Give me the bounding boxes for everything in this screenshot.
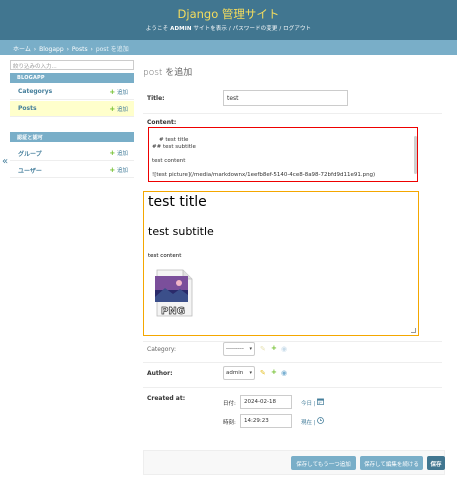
eye-icon[interactable]: ◉ <box>281 370 287 377</box>
add-link[interactable]: + 追加 <box>109 149 128 157</box>
plus-icon: + <box>109 166 116 174</box>
author-select[interactable]: admin ▾ <box>223 366 255 380</box>
breadcrumb-separator: › <box>66 46 69 53</box>
logout-link[interactable]: ログアウト <box>283 26 311 32</box>
add-link[interactable]: + 追加 <box>109 166 128 174</box>
double-chevron-left-icon[interactable]: « <box>2 156 8 167</box>
resize-handle[interactable] <box>411 328 416 333</box>
breadcrumb-current: post を追加 <box>95 46 129 53</box>
add-label: 追加 <box>116 168 128 174</box>
add-link[interactable]: + 追加 <box>109 105 128 113</box>
user-tools: ようこそ ADMIN サイトを表示 / パスワードの変更 / ログアウト <box>0 24 457 32</box>
category-label: Category: <box>147 346 176 353</box>
textarea-scrollbar[interactable] <box>414 136 417 174</box>
main-content: post を追加 Title: test Content: # test tit… <box>143 55 457 500</box>
pencil-icon[interactable]: ✎ <box>260 370 266 377</box>
clock-icon[interactable] <box>317 417 324 424</box>
divider <box>143 387 442 388</box>
nav-sidebar: 絞り込みの入力... BLOGAPP Categorys + 追加 Posts … <box>0 55 134 500</box>
sidebar-item-groups[interactable]: グループ + 追加 <box>10 145 134 161</box>
time-input[interactable]: 14:29:23 <box>240 414 292 428</box>
plus-icon: + <box>109 149 116 157</box>
sidebar-item-label[interactable]: Posts <box>18 105 37 112</box>
sidebar-item-categorys[interactable]: Categorys + 追加 <box>10 84 134 100</box>
save-add-another-button[interactable]: 保存してもう一つ追加 <box>291 456 356 470</box>
preview-paragraph: test content <box>148 253 182 259</box>
now-link[interactable]: 現在 | <box>301 418 316 426</box>
site-name[interactable]: Django 管理サイト <box>0 6 457 22</box>
add-label: 追加 <box>116 90 128 96</box>
author-label: Author: <box>147 370 173 377</box>
sidebar-item-users[interactable]: ユーザー + 追加 <box>10 162 134 178</box>
site-header: Django 管理サイト ようこそ ADMIN サイトを表示 / パスワードの変… <box>0 0 457 40</box>
plus-icon[interactable]: + <box>271 369 277 376</box>
change-password-link[interactable]: パスワードの変更 <box>233 26 278 32</box>
plus-icon[interactable]: + <box>271 345 277 352</box>
page-title: post を追加 <box>143 68 193 78</box>
add-link[interactable]: + 追加 <box>109 88 128 96</box>
welcome-text: ようこそ <box>145 26 169 32</box>
content-textarea[interactable]: # test title ## test subtitle test conte… <box>148 127 418 182</box>
time-label: 時刻: <box>223 420 236 426</box>
divider <box>143 341 442 342</box>
content-text[interactable]: # test title ## test subtitle test conte… <box>152 137 375 178</box>
username: ADMIN <box>170 26 192 32</box>
module-caption-blogapp[interactable]: BLOGAPP <box>10 73 134 83</box>
pencil-icon: ✎ <box>260 345 266 353</box>
title-input[interactable]: test <box>223 90 348 106</box>
today-link[interactable]: 今日 | <box>301 399 316 407</box>
calendar-icon[interactable] <box>317 398 324 405</box>
category-selected-value: --------- <box>226 346 244 352</box>
sidebar-item-label[interactable]: Categorys <box>18 88 52 95</box>
sidebar-item-posts[interactable]: Posts + 追加 <box>10 101 134 117</box>
breadcrumb: ホーム › Blogapp › Posts › post を追加 <box>0 40 457 55</box>
png-file-icon: PNG <box>155 269 193 317</box>
breadcrumb-home[interactable]: ホーム <box>13 46 31 53</box>
category-select[interactable]: --------- ▾ <box>223 342 255 356</box>
author-selected-value: admin <box>226 370 244 376</box>
divider <box>143 113 442 114</box>
breadcrumb-model[interactable]: Posts <box>72 46 88 53</box>
content-label: Content: <box>147 119 177 126</box>
save-button[interactable]: 保存 <box>427 456 445 470</box>
sidebar-item-label[interactable]: グループ <box>18 149 42 158</box>
png-label: PNG <box>161 306 185 317</box>
plus-icon: + <box>109 88 116 96</box>
preview-heading-1: test title <box>148 194 207 210</box>
chevron-down-icon: ▾ <box>249 346 252 352</box>
sidebar-item-label[interactable]: ユーザー <box>18 166 42 175</box>
module-caption-auth[interactable]: 認証と認可 <box>10 132 134 142</box>
chevron-down-icon: ▾ <box>249 370 252 376</box>
date-label: 日付: <box>223 401 236 407</box>
plus-icon: + <box>109 105 116 113</box>
add-label: 追加 <box>116 151 128 157</box>
title-label: Title: <box>147 95 165 102</box>
preview-heading-2: test subtitle <box>148 225 214 238</box>
breadcrumb-separator: › <box>33 46 37 53</box>
submit-row: 保存してもう一つ追加 保存して編集を続ける 保存 <box>143 450 445 475</box>
view-site-link[interactable]: サイトを表示 <box>193 26 227 32</box>
save-continue-button[interactable]: 保存して編集を続ける <box>360 456 423 470</box>
markdown-preview: test title test subtitle test content PN… <box>143 191 419 336</box>
eye-icon: ◉ <box>281 345 288 353</box>
breadcrumb-separator: › <box>90 46 93 53</box>
divider <box>143 362 442 363</box>
date-input[interactable]: 2024-02-18 <box>240 395 292 409</box>
breadcrumb-app[interactable]: Blogapp <box>39 46 64 53</box>
add-label: 追加 <box>116 107 128 113</box>
nav-filter-input[interactable]: 絞り込みの入力... <box>10 60 134 70</box>
created-at-label: Created at: <box>147 395 186 402</box>
